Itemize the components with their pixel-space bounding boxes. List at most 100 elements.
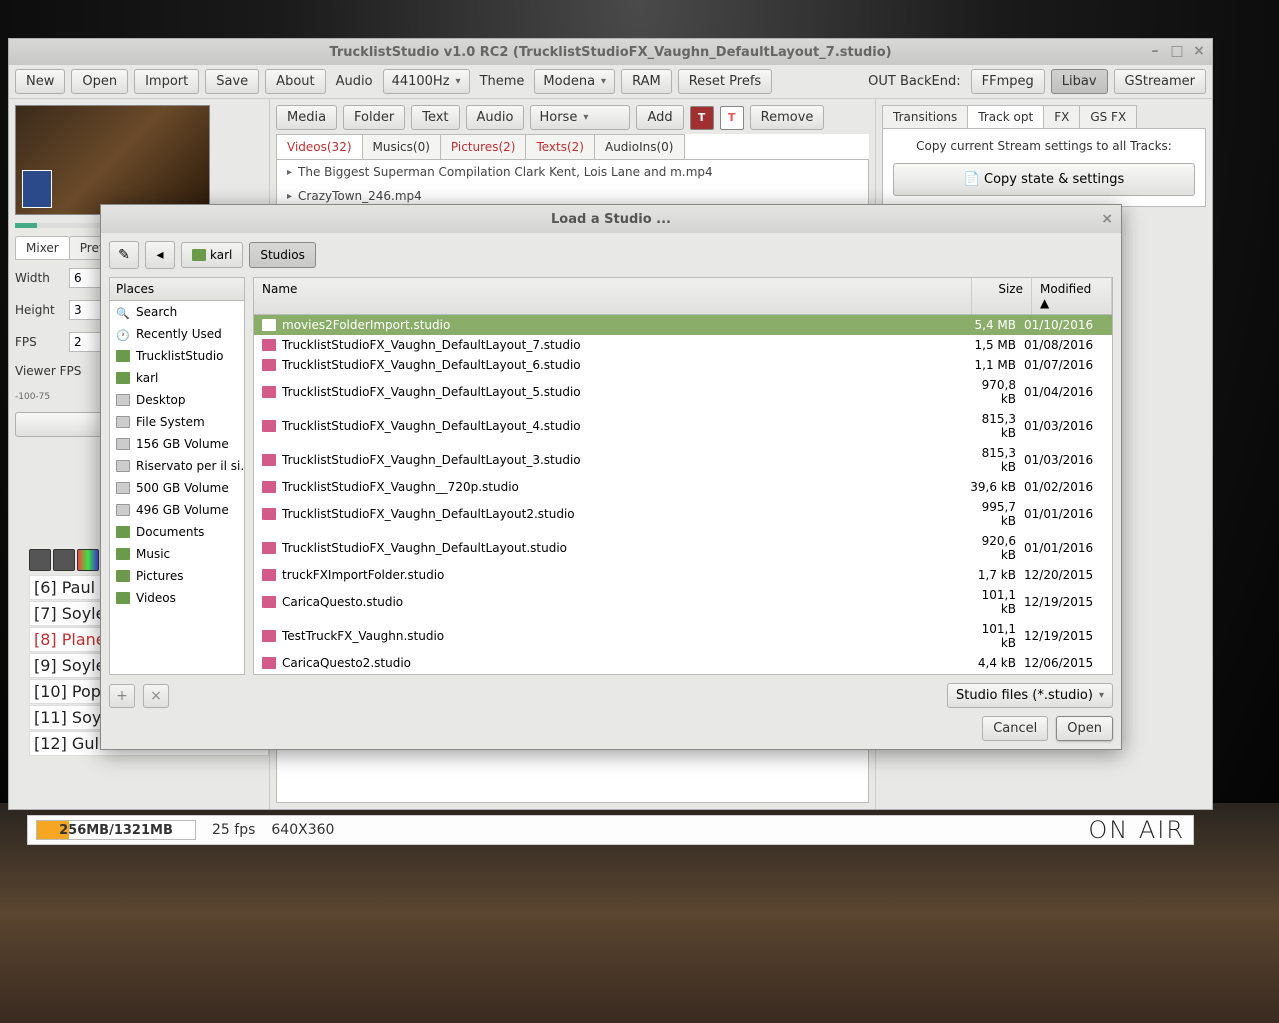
window-title: TrucklistStudio v1.0 RC2 (TrucklistStudi… — [329, 45, 891, 60]
media-button[interactable]: Media — [276, 105, 337, 130]
maximize-icon[interactable]: □ — [1170, 43, 1184, 59]
tab-videos[interactable]: Videos(32) — [276, 134, 363, 159]
about-button[interactable]: About — [265, 69, 325, 94]
file-row[interactable]: movies2FolderImport.studio5,4 MB01/10/20… — [254, 315, 1112, 335]
place-item[interactable]: TrucklistStudio — [110, 345, 244, 367]
file-row[interactable]: TrucklistStudioFX_Vaughn__720p.studio39,… — [254, 477, 1112, 497]
nav-back-icon[interactable]: ◂ — [145, 241, 175, 269]
file-row[interactable]: CaricaQuesto.studio101,1 kB12/19/2015 — [254, 585, 1112, 619]
col-name[interactable]: Name — [254, 278, 972, 314]
drive-icon — [116, 394, 130, 406]
new-button[interactable]: New — [15, 69, 65, 94]
file-row[interactable]: CaricaQuesto2.studio4,4 kB12/06/2015 — [254, 653, 1112, 673]
audio-rate-combo[interactable]: 44100Hz — [383, 69, 470, 94]
file-list[interactable]: movies2FolderImport.studio5,4 MB01/10/20… — [254, 315, 1112, 674]
file-icon — [262, 359, 276, 371]
close-icon[interactable]: × — [1192, 43, 1206, 59]
cancel-button[interactable]: Cancel — [982, 716, 1048, 741]
col-size[interactable]: Size — [972, 278, 1032, 314]
save-button[interactable]: Save — [205, 69, 259, 94]
place-item[interactable]: 156 GB Volume — [110, 433, 244, 455]
crumb-karl[interactable]: karl — [181, 242, 243, 268]
file-name: TrucklistStudioFX_Vaughn__720p.studio — [282, 480, 964, 494]
open-file-button[interactable]: Open — [1056, 716, 1113, 741]
place-item[interactable]: Pictures — [110, 565, 244, 587]
file-row[interactable]: TrucklistStudioFX_Vaughn_DefaultLayout.s… — [254, 531, 1112, 565]
col-modified[interactable]: Modified ▲ — [1032, 278, 1112, 314]
crumb-studios[interactable]: Studios — [249, 242, 315, 268]
width-label: Width — [15, 271, 63, 285]
file-size: 5,4 MB — [964, 318, 1024, 332]
folder-icon — [192, 249, 206, 261]
reset-prefs-button[interactable]: Reset Prefs — [678, 69, 772, 94]
ffmpeg-button[interactable]: FFmpeg — [971, 69, 1045, 94]
remove-bookmark-button[interactable]: × — [143, 684, 169, 708]
file-row[interactable]: TrucklistStudioFX_Vaughn_DefaultLayout_5… — [254, 375, 1112, 409]
media-toolbar: Media Folder Text Audio Horse Add T T Re… — [276, 105, 869, 130]
file-row[interactable]: TrucklistStudioFX_Vaughn_DefaultLayout_7… — [254, 335, 1112, 355]
file-size: 1,5 MB — [964, 338, 1024, 352]
tab-mixer[interactable]: Mixer — [15, 236, 70, 259]
place-item[interactable]: Videos — [110, 587, 244, 609]
place-item[interactable]: 500 GB Volume — [110, 477, 244, 499]
import-button[interactable]: Import — [134, 69, 199, 94]
place-item[interactable]: Music — [110, 543, 244, 565]
file-row[interactable]: TrucklistStudioFX_Vaughn_DefaultLayout_6… — [254, 355, 1112, 375]
text-style2-icon[interactable]: T — [720, 106, 744, 130]
file-row[interactable]: TestTruckFX_Vaughn.studio101,1 kB12/19/2… — [254, 619, 1112, 653]
media-select-combo[interactable]: Horse — [530, 105, 630, 130]
tab-audioins[interactable]: AudioIns(0) — [594, 134, 685, 159]
tab-transitions[interactable]: Transitions — [882, 105, 968, 128]
place-item[interactable]: Recently Used — [110, 323, 244, 345]
place-label: Desktop — [136, 393, 186, 407]
file-modified: 01/10/2016 — [1024, 318, 1104, 332]
file-row[interactable]: TrucklistStudioFX_Vaughn_DefaultLayout2.… — [254, 497, 1112, 531]
add-bookmark-button[interactable]: + — [109, 684, 135, 708]
file-row[interactable]: truckFXImportFolder.studio1,7 kB12/20/20… — [254, 565, 1112, 585]
theme-combo[interactable]: Modena — [534, 69, 615, 94]
libav-button[interactable]: Libav — [1051, 69, 1108, 94]
load-studio-dialog: Load a Studio ... × ✎ ◂ karl Studios Pla… — [100, 204, 1122, 750]
file-row[interactable]: TruckVaughn640_MoviePlaylist_20151109.st… — [254, 673, 1112, 674]
place-item[interactable]: Search — [110, 301, 244, 323]
file-filter-combo[interactable]: Studio files (*.studio) — [947, 683, 1113, 708]
playlist-up-icon[interactable] — [29, 549, 51, 571]
audio-button[interactable]: Audio — [466, 105, 525, 130]
text-style-icon[interactable]: T — [690, 106, 714, 130]
media-item[interactable]: The Biggest Superman Compilation Clark K… — [277, 160, 868, 184]
text-button[interactable]: Text — [411, 105, 459, 130]
gstreamer-button[interactable]: GStreamer — [1114, 69, 1206, 94]
tab-pictures[interactable]: Pictures(2) — [440, 134, 527, 159]
file-modified: 12/06/2015 — [1024, 656, 1104, 670]
add-button[interactable]: Add — [636, 105, 683, 130]
place-item[interactable]: File System — [110, 411, 244, 433]
tab-texts[interactable]: Texts(2) — [525, 134, 595, 159]
file-name: TrucklistStudioFX_Vaughn_DefaultLayout2.… — [282, 507, 964, 521]
tab-gs-fx[interactable]: GS FX — [1079, 105, 1137, 128]
place-item[interactable]: Desktop — [110, 389, 244, 411]
folder-button[interactable]: Folder — [343, 105, 405, 130]
playlist-color-icon[interactable] — [77, 549, 99, 571]
open-button[interactable]: Open — [71, 69, 128, 94]
place-item[interactable]: Documents — [110, 521, 244, 543]
tab-track-opt[interactable]: Track opt — [967, 105, 1044, 128]
tab-fx[interactable]: FX — [1043, 105, 1080, 128]
place-item[interactable]: Riservato per il si... — [110, 455, 244, 477]
copy-state-button[interactable]: 📄 Copy state & settings — [893, 163, 1195, 196]
minimize-icon[interactable]: – — [1148, 43, 1162, 59]
tab-musics[interactable]: Musics(0) — [362, 134, 441, 159]
place-item[interactable]: 496 GB Volume — [110, 499, 244, 521]
edit-path-icon[interactable]: ✎ — [109, 241, 139, 269]
place-item[interactable]: karl — [110, 367, 244, 389]
ram-button[interactable]: RAM — [621, 69, 672, 94]
file-row[interactable]: TrucklistStudioFX_Vaughn_DefaultLayout_3… — [254, 443, 1112, 477]
dialog-close-icon[interactable]: × — [1101, 211, 1113, 227]
place-label: 500 GB Volume — [136, 481, 229, 495]
file-icon — [262, 596, 276, 608]
file-modified: 12/19/2015 — [1024, 595, 1104, 609]
drive-icon — [116, 460, 130, 472]
remove-button[interactable]: Remove — [750, 105, 825, 130]
theme-label: Theme — [476, 74, 529, 89]
file-row[interactable]: TrucklistStudioFX_Vaughn_DefaultLayout_4… — [254, 409, 1112, 443]
playlist-down-icon[interactable] — [53, 549, 75, 571]
